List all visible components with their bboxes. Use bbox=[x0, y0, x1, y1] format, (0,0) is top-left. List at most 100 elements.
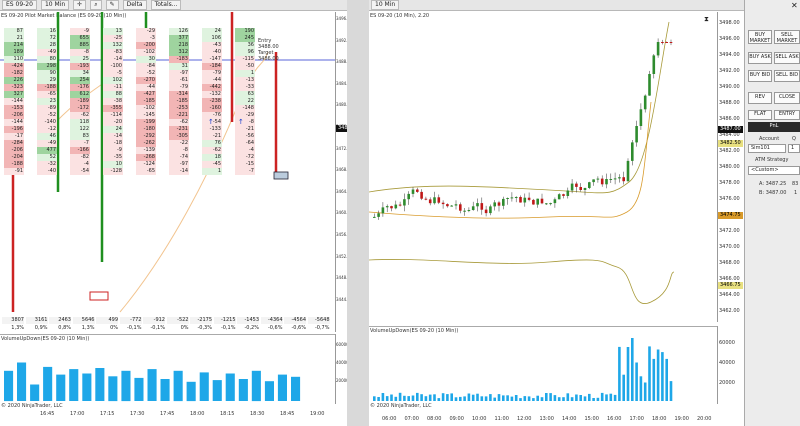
volume-bar bbox=[514, 395, 518, 401]
candle-body bbox=[497, 202, 501, 206]
candle-body bbox=[579, 187, 582, 190]
entry-button[interactable]: ENTRY bbox=[774, 110, 800, 120]
footprint-cell: 34 bbox=[70, 70, 90, 77]
totals-selector[interactable]: Totals... bbox=[150, 0, 182, 10]
buy-market-button[interactable]: BUY MARKET bbox=[748, 30, 772, 44]
draw-icon[interactable]: ✎ bbox=[105, 0, 119, 10]
interval-selector[interactable]: 10 Min bbox=[40, 0, 70, 10]
summary-cell: -912 bbox=[143, 317, 165, 324]
candle-body bbox=[557, 194, 561, 200]
footprint-cell: 1 bbox=[202, 168, 222, 175]
sell-market-button[interactable]: SELL MARKET bbox=[774, 30, 800, 44]
footprint-cell: 298 bbox=[37, 63, 57, 70]
footprint-cell: -97 bbox=[169, 70, 189, 77]
candle-body bbox=[570, 183, 574, 191]
volume-bar bbox=[592, 398, 595, 401]
instrument-selector[interactable]: ES 09-20 bbox=[2, 0, 37, 10]
zoom-icon[interactable]: ⌕ bbox=[90, 0, 102, 10]
price-tick: 3482.00 bbox=[719, 148, 740, 154]
volume-bar bbox=[626, 347, 630, 401]
volume-bar bbox=[618, 346, 621, 401]
volume-bar bbox=[648, 346, 651, 401]
buy-ask-button[interactable]: BUY ASK bbox=[748, 52, 772, 64]
price-tick: 3478.00 bbox=[719, 180, 740, 186]
candle-body bbox=[656, 42, 660, 56]
footprint-cell: -314 bbox=[169, 91, 189, 98]
volume-bar bbox=[459, 396, 462, 401]
time-tick: 09:00 bbox=[449, 416, 464, 422]
footprint-chart-pane[interactable]: ES 09-20 Pilot Market Balance (ES 09-20 … bbox=[0, 12, 335, 332]
account-selector[interactable]: Sim101 bbox=[748, 144, 786, 153]
footprint-column: 190 245 36 96 -115 -50 1 -13 -33 63 22 -148 -29 -8 -21… bbox=[235, 28, 255, 175]
footprint-cell: -114 bbox=[103, 112, 123, 119]
right-indicator-pane[interactable]: VolumeUpDown(ES 09-20 (10 Min)) bbox=[369, 326, 717, 405]
volume-bar bbox=[639, 376, 643, 401]
volume-bar bbox=[437, 398, 441, 401]
time-tick: 18:45 bbox=[280, 411, 295, 417]
close-icon[interactable]: ✕ bbox=[791, 2, 798, 10]
footprint-cell: -15 bbox=[235, 161, 255, 168]
candle-body bbox=[514, 197, 518, 198]
close-button[interactable]: CLOSE bbox=[774, 92, 800, 104]
candle-body bbox=[463, 210, 466, 212]
candlestick-chart-pane[interactable]: ES 09-20 (10 Min), 2.20 ⧗ bbox=[369, 12, 717, 322]
footprint-cell: -176 bbox=[70, 84, 90, 91]
crosshair-icon[interactable]: ✛ bbox=[73, 0, 87, 10]
footprint-cell: -89 bbox=[37, 105, 57, 112]
candle-body bbox=[575, 183, 578, 187]
left-volume-bars bbox=[4, 362, 301, 402]
footprint-cell: -182 bbox=[4, 70, 24, 77]
buy-bid-button[interactable]: BUY BID bbox=[748, 70, 772, 82]
right-interval-selector[interactable]: 10 Min bbox=[371, 0, 400, 10]
footprint-cell: -166 bbox=[70, 147, 90, 154]
volume-bar bbox=[502, 395, 505, 401]
time-tick: 16:00 bbox=[607, 416, 622, 422]
keltner-band-line bbox=[369, 259, 675, 304]
footprint-cell: 110 bbox=[4, 56, 24, 63]
flat-button[interactable]: FLAT bbox=[748, 110, 772, 120]
reverse-button[interactable]: REV bbox=[748, 92, 772, 104]
time-tick: 17:00 bbox=[70, 411, 85, 417]
sell-ask-button[interactable]: SELL ASK bbox=[774, 52, 800, 64]
footprint-cell: -139 bbox=[136, 147, 156, 154]
volume-bar bbox=[493, 397, 496, 401]
footprint-cell: -221 bbox=[169, 112, 189, 119]
volume-bar bbox=[656, 349, 660, 401]
summary-cell: 499 bbox=[96, 317, 118, 324]
volume-bar bbox=[199, 372, 209, 401]
time-tick: 07:00 bbox=[404, 416, 419, 422]
time-tick: 17:45 bbox=[160, 411, 175, 417]
footprint-cell: -40 bbox=[202, 49, 222, 56]
left-footer: © 2020 NinjaTrader, LLC bbox=[1, 403, 63, 409]
candle-body bbox=[527, 197, 531, 200]
summary-cell: -5648 bbox=[307, 317, 330, 324]
left-indicator-pane[interactable]: VolumeUpDown(ES 09-20 (10 Min)) bbox=[0, 334, 335, 405]
footprint-cell: -199 bbox=[136, 119, 156, 126]
footprint-cell: -188 bbox=[4, 161, 24, 168]
sell-bid-button[interactable]: SELL BID bbox=[774, 70, 800, 82]
chart-divider[interactable] bbox=[347, 0, 369, 426]
volume-bar bbox=[540, 397, 544, 401]
candle-body bbox=[416, 189, 419, 192]
footprint-cell: -84 bbox=[136, 63, 156, 70]
footprint-cell: -206 bbox=[4, 147, 24, 154]
study-selector[interactable]: Delta bbox=[122, 0, 147, 10]
footprint-cell: -128 bbox=[103, 168, 123, 175]
volume-bar bbox=[424, 396, 428, 401]
summary-cell: -0,1% bbox=[143, 325, 165, 332]
candle-body bbox=[420, 191, 423, 199]
volume-bar bbox=[277, 374, 287, 401]
candle-body bbox=[540, 198, 544, 204]
candle-body bbox=[403, 199, 406, 206]
footprint-cell: 63 bbox=[235, 91, 255, 98]
footprint-column: 16 72 28 -49 80 298 90 29 -188 -65 23 -89 -52 -140 -12… bbox=[37, 28, 57, 175]
footprint-cell: -62 bbox=[202, 147, 222, 154]
volume-bar bbox=[506, 395, 509, 401]
atm-strategy-selector[interactable]: <Custom> bbox=[748, 166, 800, 175]
volume-bar bbox=[446, 394, 449, 401]
quantity-input[interactable]: 1 bbox=[788, 144, 800, 153]
volume-bar bbox=[510, 396, 514, 401]
footprint-cell: -14 bbox=[103, 56, 123, 63]
volume-bar bbox=[373, 396, 376, 401]
volume-bar bbox=[566, 393, 570, 401]
